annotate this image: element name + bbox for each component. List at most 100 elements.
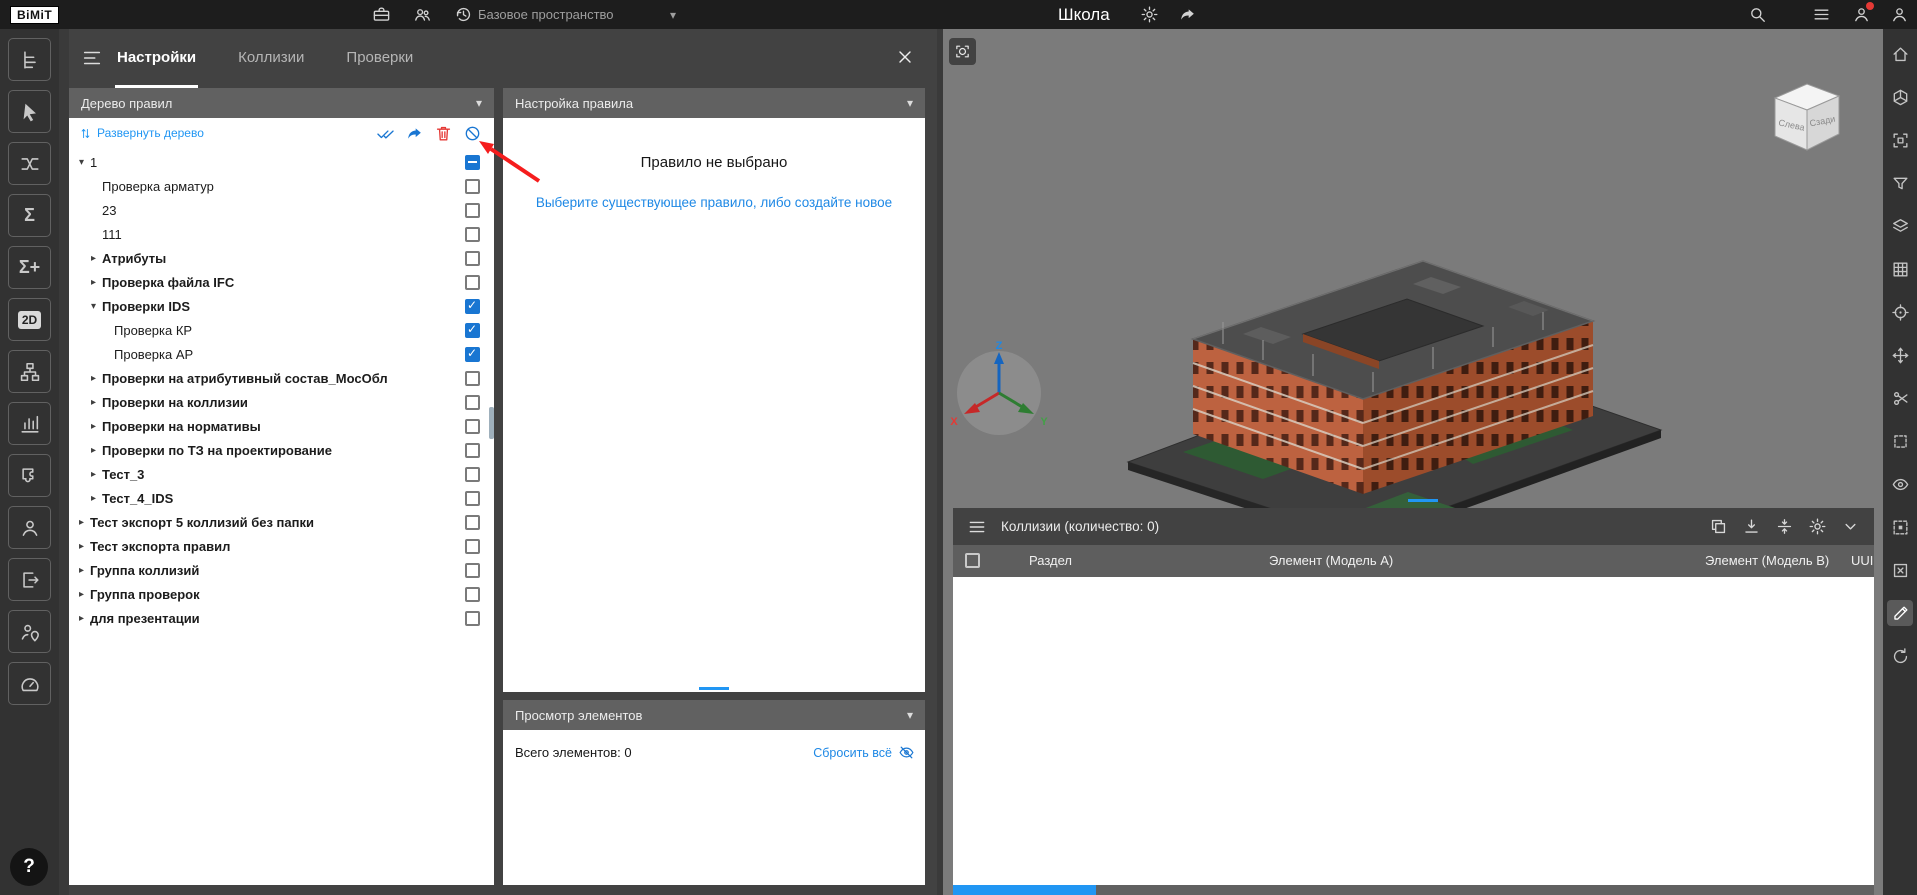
model-tree-button[interactable]	[8, 38, 51, 81]
axis-y-label[interactable]: Y	[1040, 416, 1048, 428]
tree-item-checkbox[interactable]	[465, 587, 480, 602]
filter-button[interactable]	[1887, 170, 1913, 196]
export-button[interactable]	[8, 558, 51, 601]
notifications-button[interactable]	[1852, 0, 1871, 29]
caret-icon[interactable]: ▸	[75, 517, 88, 528]
tree-item-checkbox[interactable]	[465, 155, 480, 170]
delete-icon[interactable]	[434, 124, 453, 143]
tree-item[interactable]: ▸Атрибуты	[69, 246, 494, 270]
duplicate-icon[interactable]	[1709, 517, 1728, 536]
tree-item-checkbox[interactable]	[465, 563, 480, 578]
tree-item-checkbox[interactable]	[465, 611, 480, 626]
help-button[interactable]: ?	[10, 848, 48, 886]
layers-button[interactable]	[1887, 213, 1913, 239]
elements-panel-header[interactable]: Просмотр элементов ▾	[503, 700, 925, 730]
tree-item[interactable]: 23	[69, 198, 494, 222]
orientation-gizmo[interactable]: Z X Y	[945, 339, 1053, 447]
tree-item[interactable]: ▸Тест_4_IDS	[69, 486, 494, 510]
charts-button[interactable]	[8, 402, 51, 445]
sum-add-button[interactable]: Σ+	[8, 246, 51, 289]
structure-button[interactable]	[8, 350, 51, 393]
tab-settings[interactable]: Настройки	[115, 29, 198, 88]
reset-all-link[interactable]: Сбросить всё	[813, 744, 915, 761]
tab-checks[interactable]: Проверки	[344, 29, 415, 88]
focus-mode-button[interactable]	[949, 38, 976, 65]
caret-icon[interactable]: ▸	[87, 253, 100, 264]
section-button[interactable]	[1887, 385, 1913, 411]
nav-cube[interactable]: Слева Сзади	[1755, 74, 1855, 164]
user-button[interactable]	[8, 506, 51, 549]
hide-button[interactable]	[1887, 557, 1913, 583]
tree-item-checkbox[interactable]	[465, 467, 480, 482]
tree-item-checkbox[interactable]	[465, 275, 480, 290]
viewport-3d[interactable]: Слева Сзади	[943, 29, 1883, 895]
tree-panel-header[interactable]: Дерево правил ▾	[69, 88, 494, 118]
tree-item-checkbox[interactable]	[465, 515, 480, 530]
user-pin-button[interactable]	[8, 610, 51, 653]
tree-item[interactable]: ▸для презентации	[69, 606, 494, 630]
plugins-button[interactable]	[8, 454, 51, 497]
project-settings-button[interactable]	[1140, 0, 1159, 29]
scrollbar-thumb[interactable]	[953, 885, 1096, 895]
view-2d-button[interactable]: 2D	[8, 298, 51, 341]
target-button[interactable]	[1887, 299, 1913, 325]
tree-item-checkbox[interactable]	[465, 203, 480, 218]
tree-item[interactable]: ▸Проверки по ТЗ на проектирование	[69, 438, 494, 462]
app-logo[interactable]: BiMiT	[10, 0, 59, 29]
caret-icon[interactable]: ▾	[75, 157, 88, 168]
share-button[interactable]	[1178, 0, 1197, 29]
rule-panel-header[interactable]: Настройка правила ▾	[503, 88, 925, 118]
caret-icon[interactable]: ▸	[87, 373, 100, 384]
tree-item[interactable]: Проверка АР	[69, 342, 494, 366]
tab-collisions[interactable]: Коллизии	[236, 29, 306, 88]
tree-item[interactable]: ▸Тест экспорт 5 коллизий без папки	[69, 510, 494, 534]
history-icon[interactable]	[454, 5, 473, 24]
pan-button[interactable]	[1887, 342, 1913, 368]
column-uuid[interactable]: UUI	[1851, 553, 1873, 568]
tree-item[interactable]: ▾1	[69, 150, 494, 174]
close-panel-button[interactable]	[895, 47, 915, 67]
cube-button[interactable]	[1887, 84, 1913, 110]
tree-item-checkbox[interactable]	[465, 347, 480, 362]
caret-icon[interactable]: ▸	[87, 421, 100, 432]
visibility-button[interactable]	[1887, 471, 1913, 497]
isolate-button[interactable]	[1887, 514, 1913, 540]
column-section[interactable]: Раздел	[1029, 553, 1072, 568]
tree-item-checkbox[interactable]	[465, 491, 480, 506]
select-button[interactable]	[8, 90, 51, 133]
caret-icon[interactable]: ▸	[87, 493, 100, 504]
grid-button[interactable]	[1887, 256, 1913, 282]
tree-item[interactable]: ▸Проверки на коллизии	[69, 390, 494, 414]
fit-view-button[interactable]	[1887, 127, 1913, 153]
tree-item[interactable]: ▸Проверки на нормативы	[69, 414, 494, 438]
tree-item-checkbox[interactable]	[465, 539, 480, 554]
column-element-b[interactable]: Элемент (Модель B)	[1705, 553, 1829, 568]
tree-item-checkbox[interactable]	[465, 323, 480, 338]
clash-button[interactable]	[8, 142, 51, 185]
briefcase-icon[interactable]	[372, 5, 391, 24]
settings-icon[interactable]	[1808, 517, 1827, 536]
tree-item-checkbox[interactable]	[465, 443, 480, 458]
caret-icon[interactable]: ▾	[87, 301, 100, 312]
rule-panel-resize-handle[interactable]	[699, 687, 729, 690]
menu-button[interactable]	[1812, 0, 1831, 29]
axis-z-label[interactable]: Z	[996, 340, 1003, 352]
tree-item-checkbox[interactable]	[465, 395, 480, 410]
collisions-resize-handle[interactable]	[1408, 499, 1438, 502]
tree-item-checkbox[interactable]	[465, 371, 480, 386]
tree-item-checkbox[interactable]	[465, 299, 480, 314]
collisions-scrollbar[interactable]	[953, 885, 1874, 895]
caret-icon[interactable]: ▸	[75, 565, 88, 576]
team-icon[interactable]	[413, 5, 432, 24]
tree-item-checkbox[interactable]	[465, 179, 480, 194]
tree-item[interactable]: Проверка арматур	[69, 174, 494, 198]
tree-item-checkbox[interactable]	[465, 419, 480, 434]
account-button[interactable]	[1890, 0, 1909, 29]
import-icon[interactable]	[1742, 517, 1761, 536]
caret-icon[interactable]: ▸	[75, 589, 88, 600]
clip-box-button[interactable]	[1887, 428, 1913, 454]
column-element-a[interactable]: Элемент (Модель A)	[1269, 553, 1393, 568]
caret-icon[interactable]: ▸	[87, 277, 100, 288]
tree-item[interactable]: 111	[69, 222, 494, 246]
tree-item[interactable]: Проверка КР	[69, 318, 494, 342]
